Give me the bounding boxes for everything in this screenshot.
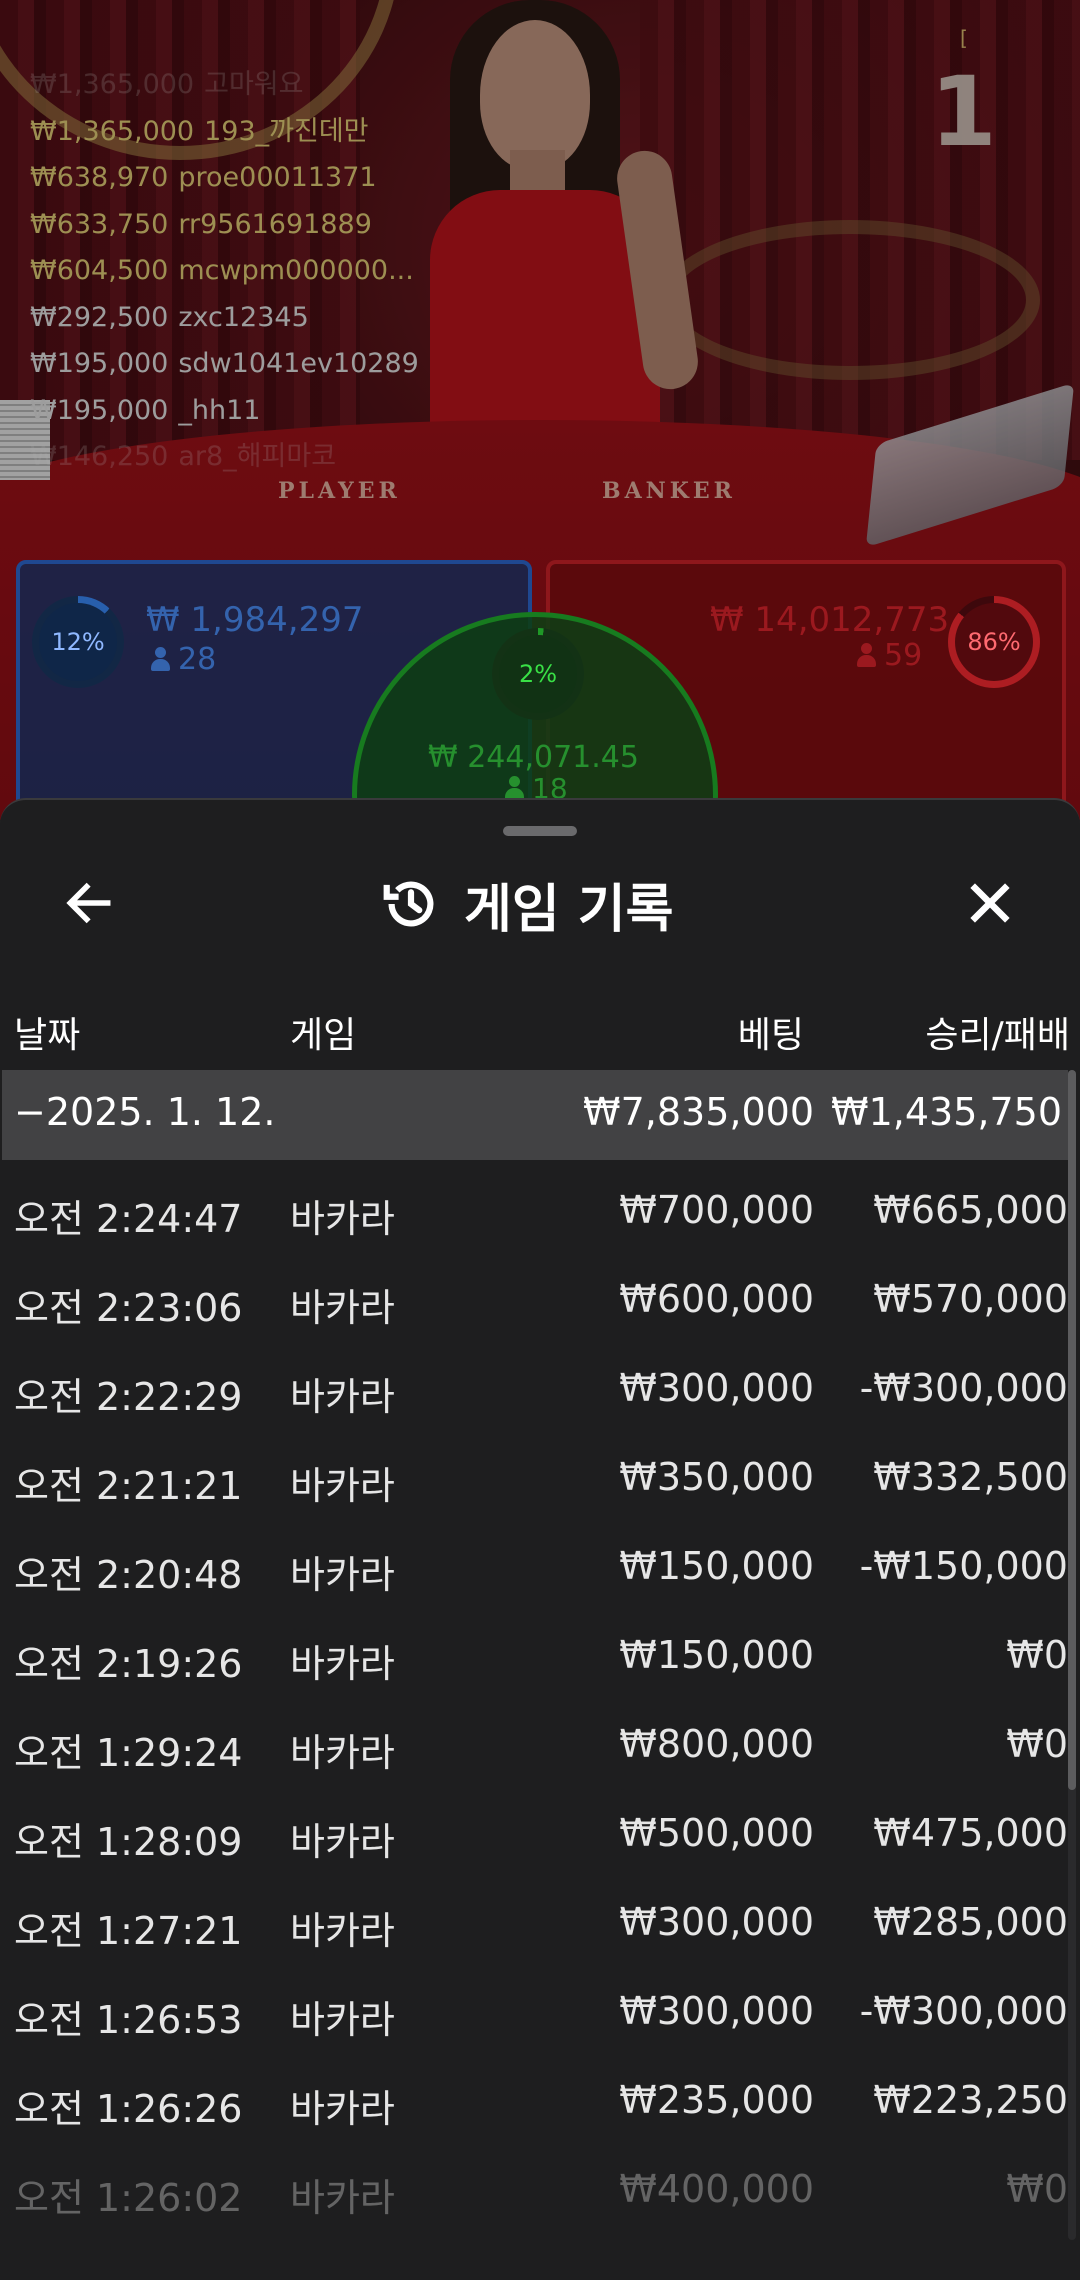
history-row[interactable]: 오전 1:27:21 바카라 ₩300,000 ₩285,000 [0,1872,1068,1961]
row-result: ₩0 [1006,2167,1068,2211]
row-result: ₩0 [1006,1722,1068,1766]
row-time: 오전 1:27:21 [14,1909,243,1953]
row-time: 오전 1:28:09 [14,1820,243,1864]
modal-backdrop[interactable] [0,0,1080,820]
date-group-result-total: ₩1,435,750 [831,1090,1062,1134]
close-button[interactable] [955,868,1025,938]
row-time: 오전 1:26:26 [14,2087,243,2131]
history-row[interactable]: 오전 2:21:21 바카라 ₩350,000 ₩332,500 [0,1427,1068,1516]
row-game: 바카라 [290,1642,395,1686]
row-game: 바카라 [290,1909,395,1953]
row-result: -₩300,000 [859,1989,1068,2033]
row-result: ₩475,000 [873,1811,1068,1855]
column-header-result[interactable]: 승리/패배 [925,1006,1070,1058]
row-result: ₩223,250 [873,2078,1068,2122]
sheet-title: 게임 기록 [464,879,674,940]
player-percent: 12% [51,628,105,656]
history-row[interactable]: 오전 1:28:09 바카라 ₩500,000 ₩475,000 [0,1783,1068,1872]
row-game: 바카라 [290,1197,395,1241]
row-result: ₩665,000 [873,1188,1068,1232]
back-button[interactable] [54,868,124,938]
date-group-bet-total: ₩7,835,000 [583,1090,814,1134]
row-bet: ₩300,000 [619,1366,814,1410]
history-row[interactable]: 오전 2:19:26 바카라 ₩150,000 ₩0 [0,1605,1068,1694]
history-row[interactable]: 오전 2:23:06 바카라 ₩600,000 ₩570,000 [0,1249,1068,1338]
history-row[interactable]: 오전 1:26:26 바카라 ₩235,000 ₩223,250 [0,2050,1068,2139]
row-game: 바카라 [290,1998,395,2042]
date-group-row[interactable]: −2025. 1. 12. ₩7,835,000 ₩1,435,750 [2,1070,1068,1160]
row-bet: ₩300,000 [619,1900,814,1944]
sheet-drag-handle[interactable] [503,826,577,836]
row-game: 바카라 [290,1820,395,1864]
history-row[interactable]: 오전 2:24:47 바카라 ₩700,000 ₩665,000 [0,1160,1068,1249]
close-icon [970,883,1010,923]
column-header-bet[interactable]: 베팅 [738,1006,804,1058]
history-icon [383,881,434,927]
row-time: 오전 2:19:26 [14,1642,243,1686]
row-game: 바카라 [290,1464,395,1508]
game-history-sheet: 게임 기록 날짜 게임 베팅 승리/패배 −2025. 1. 12. ₩7,83… [0,798,1080,2280]
row-time: 오전 2:20:48 [14,1553,243,1597]
row-result: -₩300,000 [859,1366,1068,1410]
row-bet: ₩150,000 [619,1544,814,1588]
row-game: 바카라 [290,2176,395,2220]
row-game: 바카라 [290,1286,395,1330]
row-bet: ₩150,000 [619,1633,814,1677]
row-time: 오전 1:26:02 [14,2176,243,2220]
row-bet: ₩500,000 [619,1811,814,1855]
row-result: ₩570,000 [873,1277,1068,1321]
live-game-view: PLAYER BANKER [ 1 ₩1,365,000 고마워요 ₩1,365,0… [0,0,1080,820]
row-time: 오전 2:22:29 [14,1375,243,1419]
row-bet: ₩800,000 [619,1722,814,1766]
sheet-header: 게임 기록 [380,864,673,944]
row-bet: ₩700,000 [619,1188,814,1232]
row-game: 바카라 [290,2087,395,2131]
history-list: 오전 2:24:47 바카라 ₩700,000 ₩665,000 오전 2:23:06 바… [0,1160,1068,2228]
row-game: 바카라 [290,1553,395,1597]
column-header-date[interactable]: 날짜 [14,1006,80,1058]
row-bet: ₩300,000 [619,1989,814,2033]
history-row[interactable]: 오전 1:26:53 바카라 ₩300,000 -₩300,000 [0,1961,1068,2050]
date-group-label: −2025. 1. 12. [14,1090,276,1134]
row-game: 바카라 [290,1375,395,1419]
row-bet: ₩235,000 [619,2078,814,2122]
banker-percent: 86% [967,628,1021,656]
history-row[interactable]: 오전 1:29:24 바카라 ₩800,000 ₩0 [0,1694,1068,1783]
row-result: ₩0 [1006,1633,1068,1677]
row-time: 오전 2:24:47 [14,1197,243,1241]
row-time: 오전 2:21:21 [14,1464,243,1508]
arrow-left-icon [66,882,111,924]
tie-percent: 2% [518,660,558,688]
row-time: 오전 2:23:06 [14,1286,243,1330]
history-row[interactable]: 오전 2:22:29 바카라 ₩300,000 -₩300,000 [0,1338,1068,1427]
row-result: -₩150,000 [859,1544,1068,1588]
row-bet: ₩350,000 [619,1455,814,1499]
row-bet: ₩400,000 [619,2167,814,2211]
history-row[interactable]: 오전 2:20:48 바카라 ₩150,000 -₩150,000 [0,1516,1068,1605]
row-game: 바카라 [290,1731,395,1775]
row-result: ₩332,500 [873,1455,1068,1499]
history-row[interactable]: 오전 1:26:02 바카라 ₩400,000 ₩0 [0,2139,1068,2228]
scrollbar-thumb[interactable] [1068,1070,1076,1790]
row-time: 오전 1:26:53 [14,1998,243,2042]
row-result: ₩285,000 [873,1900,1068,1944]
row-bet: ₩600,000 [619,1277,814,1321]
row-time: 오전 1:29:24 [14,1731,243,1775]
column-header-game[interactable]: 게임 [290,1006,356,1058]
history-table-header: 날짜 게임 베팅 승리/패배 [0,996,1080,1068]
